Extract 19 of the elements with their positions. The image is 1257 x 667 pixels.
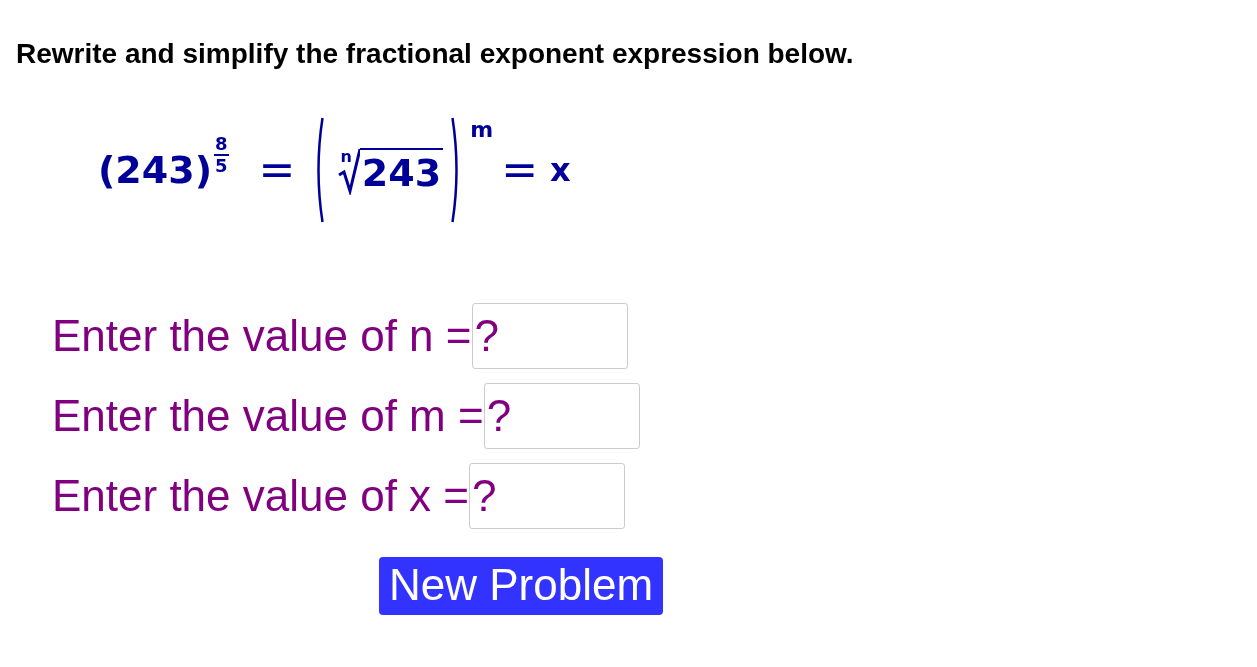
answer-field[interactable]: ? xyxy=(483,383,640,449)
equals-sign: = xyxy=(258,148,296,192)
prompt-label: Enter the value of n = xyxy=(52,311,472,361)
right-parenthesis-icon xyxy=(451,117,459,223)
fraction-exponent: 8 5 xyxy=(214,135,229,175)
root-index: n xyxy=(340,149,352,165)
result-variable: x xyxy=(550,154,571,186)
equals-sign: = xyxy=(501,148,538,192)
base-expression: (243) xyxy=(98,151,213,189)
left-parenthesis-icon xyxy=(317,117,325,223)
outer-exponent: m xyxy=(470,119,494,141)
prompt-label: Enter the value of m = xyxy=(52,391,484,441)
prompt-label: Enter the value of x = xyxy=(52,471,470,521)
instruction-text: Rewrite and simplify the fractional exponent expression below. xyxy=(16,38,855,70)
radical-icon xyxy=(337,147,360,195)
new-problem-button[interactable]: New Problem xyxy=(379,557,664,615)
answer-field[interactable]: ? xyxy=(469,463,626,529)
answer-field[interactable]: ? xyxy=(471,303,628,369)
radicand: 243 xyxy=(359,148,444,192)
